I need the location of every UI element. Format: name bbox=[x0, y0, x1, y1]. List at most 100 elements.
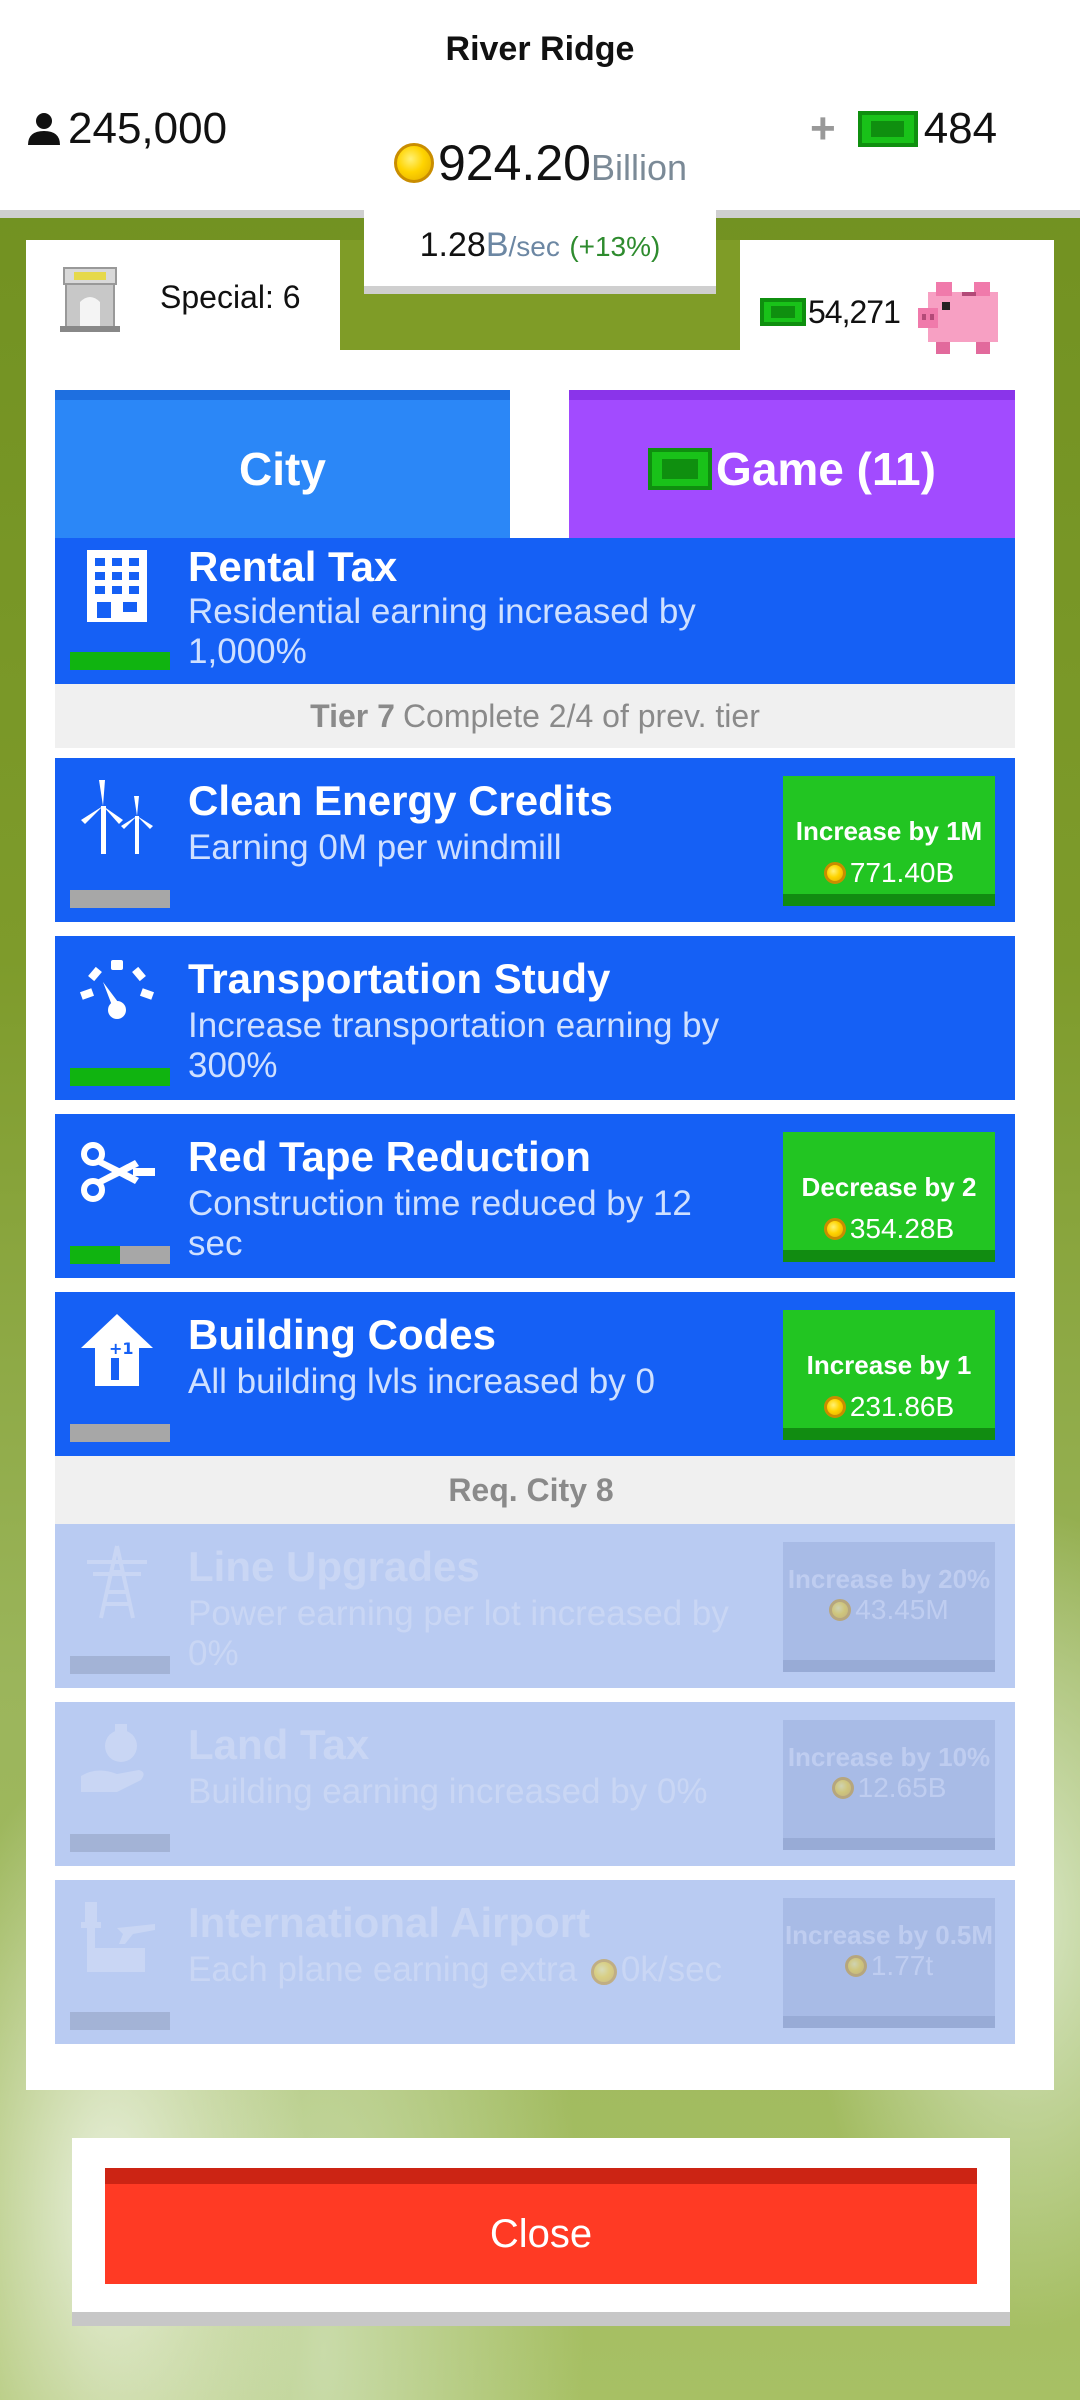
money-bag-hand-icon bbox=[81, 1724, 144, 1792]
house-level-up-icon: +1 bbox=[81, 1314, 153, 1386]
buy-upgrade-button[interactable]: Decrease by 2 354.28B bbox=[783, 1132, 995, 1262]
buy-upgrade-button[interactable]: Increase by 1M 771.40B bbox=[783, 776, 995, 906]
buy-cost-value: 1.77t bbox=[870, 1950, 934, 1981]
upgrade-building-codes[interactable]: +1 Building Codes All building lvls incr… bbox=[55, 1292, 1015, 1456]
income-rate: 1.28B/sec (+13%) bbox=[364, 208, 716, 294]
rate-unit: B bbox=[485, 226, 509, 264]
upgrade-title: Building Codes bbox=[188, 1311, 496, 1358]
buy-cost: 354.28B bbox=[783, 1213, 995, 1245]
upgrade-desc: Residential earning increased by 1,000% bbox=[188, 592, 696, 671]
rate-per-sec: /sec bbox=[508, 231, 560, 262]
buy-upgrade-button: Increase by 20% 43.45M bbox=[783, 1542, 995, 1672]
upgrade-title: Transportation Study bbox=[188, 955, 611, 1002]
progress-bar bbox=[70, 1424, 170, 1442]
airport-icon bbox=[81, 1902, 155, 1972]
buy-cost: 12.65B bbox=[783, 1772, 995, 1804]
coin-icon bbox=[823, 1218, 846, 1240]
requirement-text: Req. City 8 bbox=[448, 1471, 614, 1508]
apartment-building-icon bbox=[87, 550, 147, 622]
buy-button-label: Increase by 10% bbox=[787, 1742, 991, 1772]
upgrade-desc: All building lvls increased by 0 bbox=[188, 1362, 655, 1401]
speedometer-icon bbox=[79, 960, 155, 1019]
cash-bill-icon bbox=[648, 448, 713, 490]
coin-icon bbox=[844, 1955, 867, 1977]
buy-upgrade-button[interactable]: Increase by 1 231.86B bbox=[783, 1310, 995, 1440]
tab-game-label: Game (11) bbox=[716, 443, 936, 495]
upgrade-desc: Increase transportation earning by 300% bbox=[188, 1006, 720, 1085]
buy-cost-value: 354.28B bbox=[849, 1213, 955, 1244]
upgrade-line-upgrades: Line Upgrades Power earning per lot incr… bbox=[55, 1524, 1015, 1688]
wind-turbine-icon bbox=[81, 780, 153, 854]
upgrade-desc-post: 0k/sec bbox=[620, 1950, 723, 1989]
upgrade-rental-tax[interactable]: Rental Tax Residential earning increased… bbox=[55, 538, 1015, 684]
requirement-header: Req. City 8 bbox=[55, 1456, 1015, 1524]
progress-fill bbox=[70, 652, 170, 670]
buy-button-label: Increase by 20% bbox=[787, 1564, 991, 1594]
coin-icon bbox=[394, 143, 434, 183]
cash-bill-icon bbox=[760, 298, 806, 326]
progress-fill bbox=[70, 1246, 120, 1264]
person-icon bbox=[28, 113, 60, 145]
progress-fill bbox=[70, 1068, 170, 1086]
special-counter[interactable]: Special: 6 bbox=[60, 262, 301, 332]
upgrade-land-tax: Land Tax Building earning increased by 0… bbox=[55, 1702, 1015, 1866]
upgrade-title: Land Tax bbox=[188, 1721, 370, 1768]
progress-bar bbox=[70, 2012, 170, 2030]
coin-amount: 924.20 bbox=[438, 135, 591, 191]
progress-bar bbox=[70, 1068, 170, 1086]
progress-bar bbox=[70, 1656, 170, 1674]
population-value: 245,000 bbox=[68, 104, 228, 153]
upgrade-desc: Building earning increased by 0% bbox=[188, 1772, 708, 1811]
buy-cost-value: 43.45M bbox=[855, 1594, 949, 1625]
cash-counter[interactable]: + 484 bbox=[810, 104, 997, 154]
upgrade-title: Line Upgrades bbox=[188, 1543, 480, 1590]
buy-upgrade-button: Increase by 0.5M 1.77t bbox=[783, 1898, 995, 2028]
progress-bar bbox=[70, 890, 170, 908]
upgrade-international-airport: International Airport Each plane earning… bbox=[55, 1880, 1015, 2044]
progress-bar bbox=[70, 1834, 170, 1852]
upgrade-desc: Each plane earning extra 0k/sec bbox=[188, 1950, 748, 1990]
coin-balance: 924.20 Billion bbox=[394, 134, 687, 192]
scissors-icon bbox=[81, 1142, 155, 1202]
rate-value: 1.28 bbox=[419, 226, 486, 264]
buy-cost-value: 12.65B bbox=[857, 1772, 947, 1803]
upgrade-desc: Power earning per lot increased by 0% bbox=[188, 1594, 729, 1673]
city-name: River Ridge bbox=[445, 30, 635, 68]
buy-button-label: Increase by 1 bbox=[806, 1350, 972, 1380]
close-button-label: Close bbox=[489, 2211, 593, 2256]
tier-number: Tier 7 bbox=[310, 697, 395, 734]
coin-icon bbox=[590, 1958, 617, 1985]
buy-button-label: Decrease by 2 bbox=[801, 1172, 977, 1202]
buy-button-label: Increase by 0.5M bbox=[784, 1920, 994, 1950]
progress-bar bbox=[70, 652, 170, 670]
rate-bonus: (+13%) bbox=[569, 231, 661, 262]
upgrade-desc: Earning 0M per windmill bbox=[188, 828, 562, 867]
buy-cost-value: 771.40B bbox=[849, 857, 955, 888]
tab-game[interactable]: Game (11) bbox=[569, 390, 1015, 538]
upgrade-list[interactable]: Rental Tax Residential earning increased… bbox=[55, 538, 1015, 2058]
tab-city[interactable]: City bbox=[55, 390, 510, 538]
buy-button-label: Increase by 1M bbox=[795, 816, 983, 846]
tab-city-label: City bbox=[239, 443, 326, 495]
upgrade-clean-energy-credits[interactable]: Clean Energy Credits Earning 0M per wind… bbox=[55, 758, 1015, 922]
upgrade-title: Rental Tax bbox=[188, 543, 398, 590]
upgrade-title: Clean Energy Credits bbox=[188, 777, 613, 824]
coin-icon bbox=[823, 1396, 846, 1418]
special-label: Special: 6 bbox=[160, 278, 301, 315]
upgrade-transportation-study[interactable]: Transportation Study Increase transporta… bbox=[55, 936, 1015, 1100]
buy-cost-value: 231.86B bbox=[849, 1391, 955, 1422]
arch-gate-icon bbox=[60, 267, 120, 332]
upgrade-red-tape-reduction[interactable]: Red Tape Reduction Construction time red… bbox=[55, 1114, 1015, 1278]
add-cash-icon[interactable]: + bbox=[810, 104, 836, 154]
cash-bill-icon bbox=[857, 111, 918, 147]
tier-header: Tier 7 Complete 2/4 of prev. tier bbox=[55, 684, 1015, 748]
tier-requirement: Complete 2/4 of prev. tier bbox=[402, 697, 760, 734]
power-tower-icon bbox=[87, 1545, 147, 1619]
coin-unit: Billion bbox=[590, 147, 687, 188]
buy-cost: 43.45M bbox=[783, 1594, 995, 1626]
piggy-bank-icon[interactable] bbox=[914, 262, 1014, 362]
upgrade-title: International Airport bbox=[188, 1899, 591, 1946]
coin-icon bbox=[823, 862, 846, 884]
close-button[interactable]: Close bbox=[105, 2168, 977, 2284]
piggy-bank[interactable]: 54,271 bbox=[760, 262, 1014, 362]
